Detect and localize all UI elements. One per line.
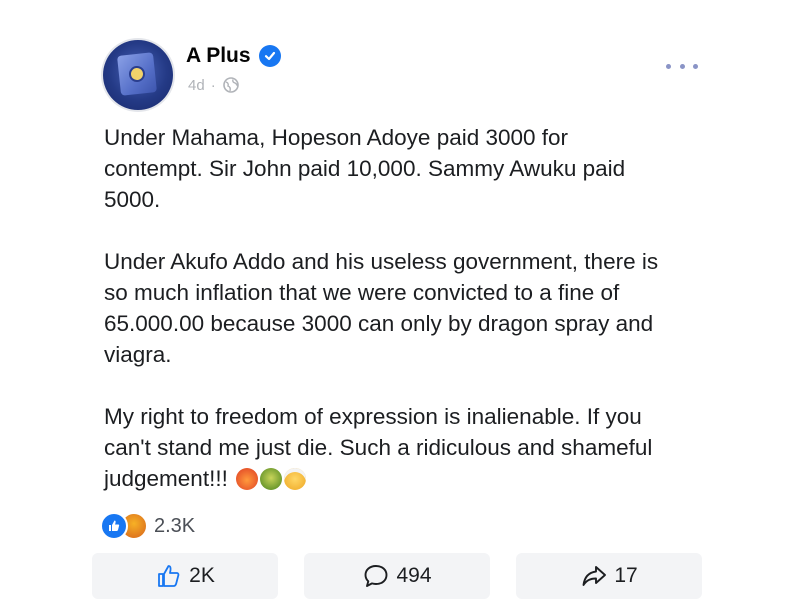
action-bar: 2K 494 17 <box>92 552 702 600</box>
like-count: 2K <box>189 564 215 587</box>
vomit-emoji-icon <box>260 468 283 490</box>
post-header: A Plus <box>186 44 281 68</box>
share-icon <box>582 566 607 586</box>
more-options-icon[interactable] <box>666 56 698 76</box>
rage-emoji-icon <box>236 468 259 490</box>
reaction-count: 2.3K <box>154 514 196 537</box>
post-meta: 4d · <box>188 76 240 94</box>
post-paragraph-text: My right to freedom of expression is ina… <box>104 404 653 491</box>
thumbs-up-icon <box>158 565 180 587</box>
more-dot <box>693 63 698 69</box>
more-dot <box>679 63 685 69</box>
post-time[interactable]: 4d <box>188 77 205 94</box>
share-count: 17 <box>614 564 638 587</box>
verified-badge-icon <box>258 45 281 67</box>
post-paragraph: Under Mahama, Hopeson Adoye paid 3000 fo… <box>104 125 626 212</box>
post-paragraph: Under Akufo Addo and his useless governm… <box>104 249 659 367</box>
comment-button[interactable]: 494 <box>304 553 490 599</box>
globe-icon[interactable] <box>222 76 240 94</box>
like-button[interactable]: 2K <box>92 553 278 599</box>
author-name[interactable]: A Plus <box>186 44 251 68</box>
post-body: Under Mahama, Hopeson Adoye paid 3000 fo… <box>104 122 714 525</box>
more-dot <box>666 63 671 69</box>
avatar-image <box>117 52 157 96</box>
reaction-summary[interactable]: 2.3K <box>100 512 195 540</box>
facebook-post: A Plus 4d · Under Mahama, Hopeson Adoye … <box>0 0 792 602</box>
comment-icon <box>365 565 388 587</box>
profile-avatar[interactable] <box>103 40 173 110</box>
shocked-emoji-icon <box>284 468 307 490</box>
meta-separator: · <box>210 76 216 94</box>
post-paragraph-last: My right to freedom of expression is ina… <box>104 401 714 494</box>
like-reaction-icon <box>100 512 128 540</box>
comment-count: 494 <box>396 564 432 587</box>
share-button[interactable]: 17 <box>516 553 702 599</box>
